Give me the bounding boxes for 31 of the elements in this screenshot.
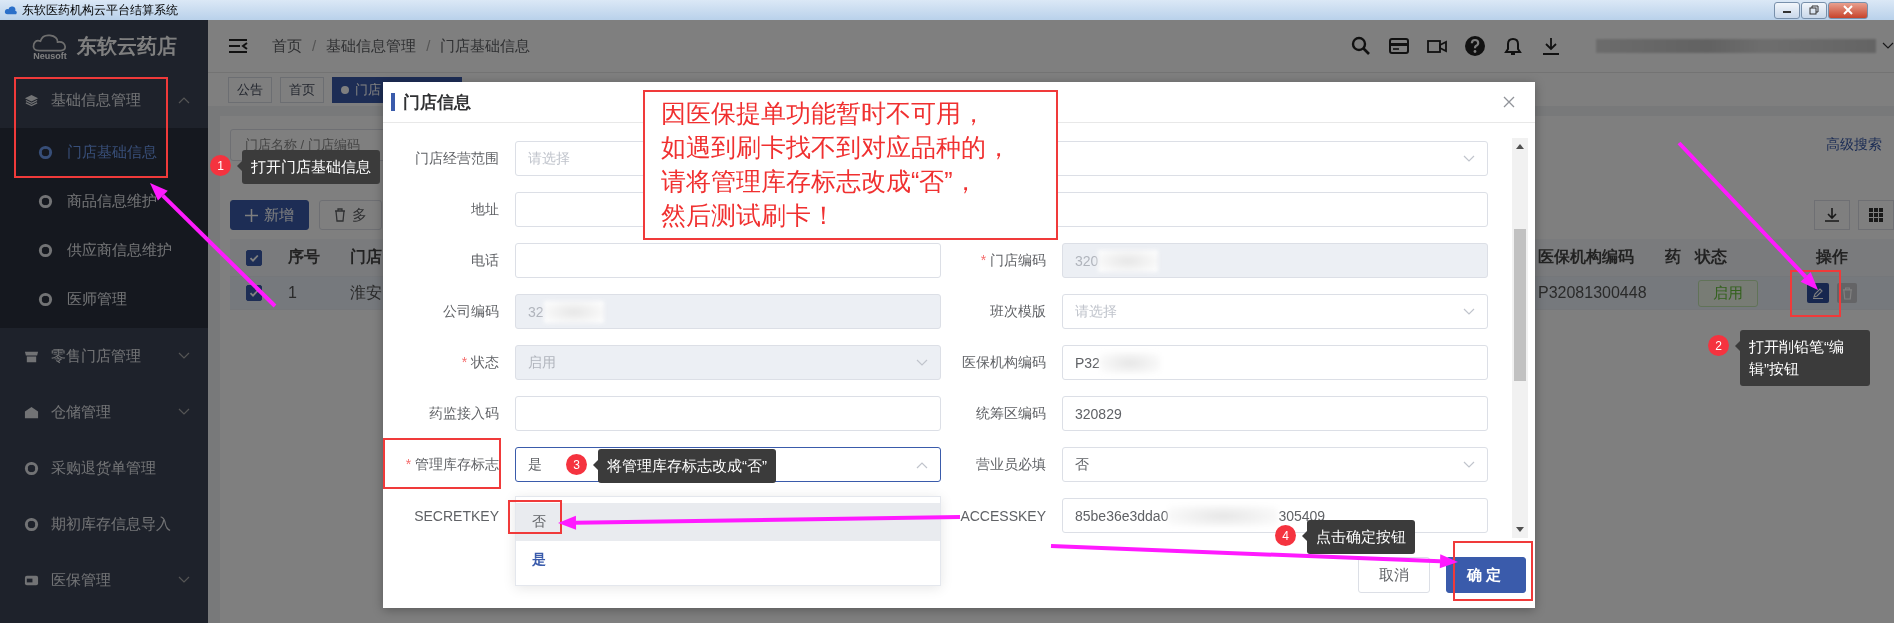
step-tooltip: 点击确定按钮 xyxy=(1302,520,1415,554)
column-header: 药 xyxy=(1655,239,1685,277)
note-text: 因医保提单功能暂时不可用， 如遇到刷卡找不到对应品种的， 请将管理库存标志改成“否”， 然后测试刷卡！ xyxy=(661,98,1012,231)
app-logo-text: 东软云药店 xyxy=(77,33,177,59)
column-header: 序号 xyxy=(278,239,340,277)
field-label: 药监接入码 xyxy=(429,404,499,423)
step-tooltip: 打开门店基础信息 xyxy=(237,150,380,184)
field-label: 营业员必填 xyxy=(976,455,1046,474)
status-tag: 启用 xyxy=(1697,279,1758,307)
table-cell: 1 xyxy=(278,277,340,310)
dialog-title: 门店信息 xyxy=(403,91,471,114)
field-label: 班次模版 xyxy=(990,302,1046,321)
field-label: 电话 xyxy=(471,251,499,270)
field-label: 统筹区编码 xyxy=(976,404,1046,423)
field-label: ACCESSKEY xyxy=(960,507,1046,524)
window-title: 东软医药机构云平台结算系统 xyxy=(22,1,178,19)
field-label: 门店经营范围 xyxy=(415,149,499,168)
field-label: * 管理库存标志 xyxy=(405,455,499,474)
breadcrumb-separator: / xyxy=(426,36,431,56)
logo-caption: Neusoft xyxy=(33,50,67,61)
step-tooltip: 打开削铅笔“编辑”按钮 xyxy=(1735,330,1870,386)
column-header: 操作 xyxy=(1770,239,1894,277)
field-label: 公司编码 xyxy=(443,302,499,321)
field-label: SECRETKEY xyxy=(414,507,499,524)
breadcrumb-separator: / xyxy=(312,36,317,56)
field-label: 医保机构编码 xyxy=(962,353,1046,372)
field-label: 地址 xyxy=(471,200,499,219)
field-label: * 门店编码 xyxy=(980,251,1046,270)
column-header: 状态 xyxy=(1685,239,1770,277)
field-label: * 状态 xyxy=(461,353,499,372)
step-tooltip: 将管理库存标志改成“否” xyxy=(593,449,776,483)
